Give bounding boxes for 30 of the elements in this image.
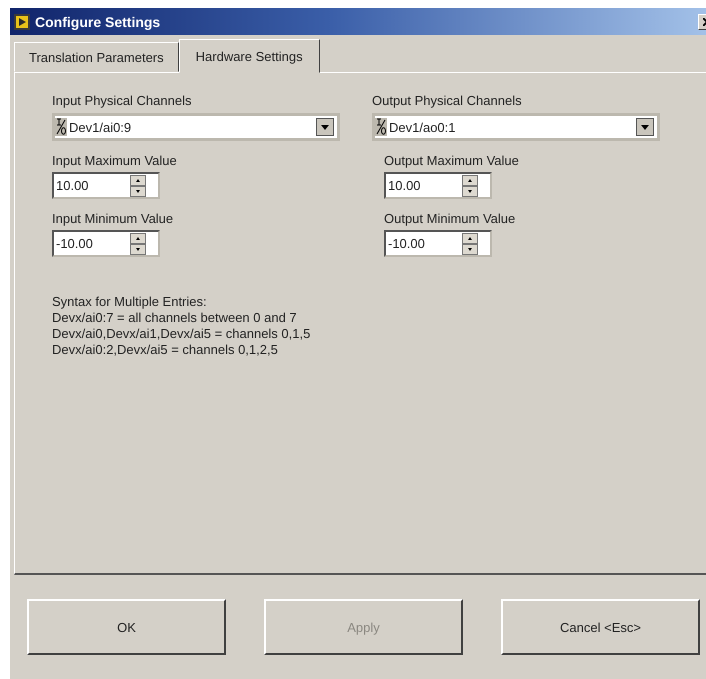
numeric-field[interactable]: 10.00 bbox=[384, 172, 492, 199]
spinner-icon bbox=[462, 232, 478, 254]
numeric-field[interactable]: -10.00 bbox=[384, 230, 492, 257]
dropdown-value: Dev1/ao0:1 bbox=[389, 120, 456, 134]
field-label: Output Minimum Value bbox=[384, 211, 516, 227]
spinner-icon bbox=[130, 232, 146, 254]
help-text: Devx/ai0:2,Devx/ai5 = channels 0,1,2,5 bbox=[52, 342, 279, 358]
io-icon bbox=[55, 118, 67, 136]
dialog-button[interactable]: Cancel <Esc> bbox=[501, 599, 700, 655]
tab[interactable]: Translation Parameters bbox=[14, 42, 179, 72]
tab[interactable]: Hardware Settings bbox=[178, 39, 320, 73]
field-label: Output Physical Channels bbox=[372, 93, 522, 109]
help-text: Syntax for Multiple Entries: bbox=[52, 294, 208, 310]
field-label: Output Maximum Value bbox=[384, 153, 519, 169]
dropdown-value: Dev1/ai0:9 bbox=[69, 120, 132, 134]
numeric-field[interactable]: 10.00 bbox=[52, 172, 160, 199]
channel-dropdown[interactable]: Dev1/ai0:9 bbox=[52, 113, 340, 141]
dialog-button[interactable]: OK bbox=[27, 599, 226, 655]
channel-dropdown[interactable]: Dev1/ao0:1 bbox=[372, 113, 660, 141]
spinner-icon bbox=[130, 174, 146, 196]
numeric-field[interactable]: -10.00 bbox=[52, 230, 160, 257]
field-label: Input Physical Channels bbox=[52, 93, 192, 109]
window-title: Configure Settings bbox=[35, 14, 162, 30]
app-icon bbox=[14, 14, 30, 30]
help-text: Devx/ai0,Devx/ai1,Devx/ai5 = channels 0,1,5 bbox=[52, 326, 312, 342]
field-label: Input Minimum Value bbox=[52, 211, 174, 227]
io-icon bbox=[375, 118, 387, 136]
help-text: Devx/ai0:7 = all channels between 0 and 7 bbox=[52, 310, 298, 326]
spinner-icon bbox=[462, 174, 478, 196]
field-label: Input Maximum Value bbox=[52, 153, 177, 169]
